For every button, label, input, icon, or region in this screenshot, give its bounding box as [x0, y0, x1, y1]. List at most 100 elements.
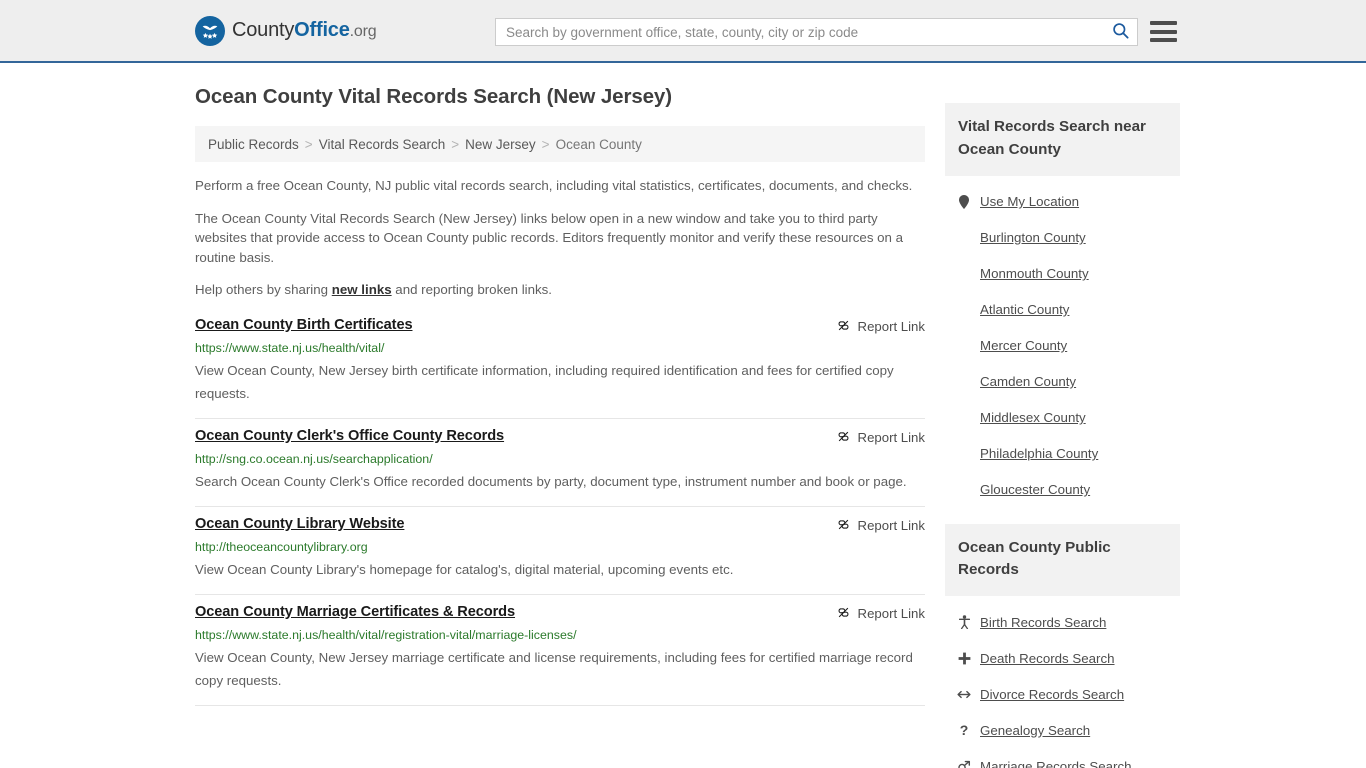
breadcrumb-separator: > [541, 136, 550, 152]
site-logo-text: CountyOffice.org [232, 19, 377, 42]
result-header: Ocean County Marriage Certificates & Rec… [195, 604, 925, 623]
sidebar-item-mercer-county[interactable]: Mercer County [957, 328, 1180, 364]
sidebar-item-monmouth-county[interactable]: Monmouth County [957, 256, 1180, 292]
hamburger-menu-icon[interactable] [1150, 19, 1177, 44]
intro-text: Perform a free Ocean County, NJ public v… [195, 176, 925, 300]
report-link-button[interactable]: Report Link [836, 317, 925, 336]
result-url[interactable]: https://www.state.nj.us/health/vital/reg… [195, 628, 925, 642]
sidebar-link[interactable]: Death Records Search [980, 651, 1115, 666]
broken-link-icon [836, 429, 851, 447]
map-pin-icon [957, 194, 971, 209]
sidebar-link[interactable]: Birth Records Search [980, 615, 1106, 630]
sidebar-item-burlington-county[interactable]: Burlington County [957, 220, 1180, 256]
result-description: View Ocean County Library's homepage for… [195, 561, 734, 577]
sidebar-public-records-heading: Ocean County Public Records [945, 523, 1180, 597]
intro-paragraph-1: Perform a free Ocean County, NJ public v… [195, 178, 913, 193]
intro-paragraph-3: Help others by sharing new links and rep… [195, 280, 925, 300]
sidebar-section-nearby: Vital Records Search near Ocean County U… [945, 103, 1180, 508]
sidebar-item-camden-county[interactable]: Camden County [957, 364, 1180, 400]
sidebar-item-divorce-records-search[interactable]: Divorce Records Search [957, 676, 1180, 712]
search-button[interactable] [1103, 19, 1137, 45]
sidebar-section-public-records: Ocean County Public Records Birth Record… [945, 523, 1180, 768]
cross-icon [957, 652, 971, 665]
result-title-link[interactable]: Ocean County Library Website [195, 516, 405, 532]
sidebar-link[interactable]: Middlesex County [980, 410, 1086, 425]
main-column: Ocean County Vital Records Search (New J… [195, 85, 925, 768]
sidebar-link[interactable]: Marriage Records Search [980, 759, 1132, 768]
report-link-button[interactable]: Report Link [836, 604, 925, 623]
result-url[interactable]: https://www.state.nj.us/health/vital/ [195, 341, 925, 355]
result-title-link[interactable]: Ocean County Marriage Certificates & Rec… [195, 604, 515, 620]
result-header: Ocean County Library Website Report Link [195, 516, 925, 535]
result-url[interactable]: http://sng.co.ocean.nj.us/searchapplicat… [195, 452, 925, 466]
sidebar-item-genealogy-search[interactable]: ? Genealogy Search [957, 712, 1180, 748]
result-description: Search Ocean County Clerk's Office recor… [195, 473, 907, 489]
sidebar-item-middlesex-county[interactable]: Middlesex County [957, 400, 1180, 436]
sidebar-link[interactable]: Camden County [980, 374, 1076, 389]
sidebar-item-marriage-records-search[interactable]: Marriage Records Search [957, 748, 1180, 768]
result-title-link[interactable]: Ocean County Birth Certificates [195, 317, 413, 333]
sidebar-link[interactable]: Monmouth County [980, 266, 1089, 281]
result-item: Ocean County Clerk's Office County Recor… [195, 419, 925, 507]
result-header: Ocean County Birth Certificates Report L… [195, 317, 925, 336]
sidebar-item-use-my-location[interactable]: Use My Location [957, 184, 1180, 220]
child-icon [957, 615, 971, 630]
result-item: Ocean County Birth Certificates Report L… [195, 313, 925, 419]
intro-p3-after: and reporting broken links. [391, 282, 553, 298]
sidebar-item-philadelphia-county[interactable]: Philadelphia County [957, 436, 1180, 472]
sidebar-link[interactable]: Genealogy Search [980, 723, 1090, 738]
page-body: Ocean County Vital Records Search (New J… [0, 63, 1366, 768]
report-link-button[interactable]: Report Link [836, 516, 925, 535]
sidebar-item-birth-records-search[interactable]: Birth Records Search [957, 604, 1180, 640]
result-item: Ocean County Marriage Certificates & Rec… [195, 595, 925, 706]
broken-link-icon [836, 605, 851, 623]
breadcrumb-item-ocean-county: Ocean County [555, 136, 642, 152]
report-link-label: Report Link [857, 606, 925, 622]
eagle-shield-logo-icon [195, 15, 225, 46]
question-mark-icon: ? [959, 722, 969, 739]
sidebar-nearby-list: Use My Location Burlington County Monmou… [945, 176, 1180, 508]
new-links-link[interactable]: new links [332, 282, 392, 297]
result-url[interactable]: http://theoceancountylibrary.org [195, 540, 925, 554]
sidebar-link[interactable]: Gloucester County [980, 482, 1090, 497]
sidebar-link[interactable]: Burlington County [980, 230, 1086, 245]
result-item: Ocean County Library Website Report Link… [195, 507, 925, 595]
results-list: Ocean County Birth Certificates Report L… [195, 313, 925, 706]
breadcrumb: Public Records > Vital Records Search > … [195, 126, 925, 162]
sidebar: Vital Records Search near Ocean County U… [945, 103, 1180, 768]
page-title: Ocean County Vital Records Search (New J… [195, 85, 672, 108]
sidebar-link[interactable]: Divorce Records Search [980, 687, 1124, 702]
result-description: View Ocean County, New Jersey marriage c… [195, 649, 913, 688]
brand-part-office: Office [294, 19, 350, 41]
result-title-link[interactable]: Ocean County Clerk's Office County Recor… [195, 428, 504, 444]
breadcrumb-item-new-jersey[interactable]: New Jersey [465, 137, 536, 152]
sidebar-item-death-records-search[interactable]: Death Records Search [957, 640, 1180, 676]
search-icon [1111, 21, 1130, 43]
sidebar-item-gloucester-county[interactable]: Gloucester County [957, 472, 1180, 508]
sidebar-link[interactable]: Mercer County [980, 338, 1067, 353]
brand-part-county: County [232, 19, 295, 41]
sidebar-link[interactable]: Philadelphia County [980, 446, 1098, 461]
result-description: View Ocean County, New Jersey birth cert… [195, 362, 894, 401]
report-link-label: Report Link [857, 319, 925, 335]
report-link-label: Report Link [857, 518, 925, 534]
breadcrumb-item-vital-records-search[interactable]: Vital Records Search [319, 137, 446, 152]
report-link-button[interactable]: Report Link [836, 428, 925, 447]
intro-p3-before: Help others by sharing [195, 282, 332, 298]
breadcrumb-item-public-records[interactable]: Public Records [208, 137, 299, 152]
sidebar-link[interactable]: Use My Location [980, 194, 1079, 209]
brand-part-tld: .org [349, 23, 377, 40]
left-right-arrow-icon [957, 689, 971, 700]
search-input[interactable] [496, 19, 1103, 45]
sidebar-item-atlantic-county[interactable]: Atlantic County [957, 292, 1180, 328]
site-logo[interactable]: CountyOffice.org [195, 15, 377, 46]
search-bar [495, 18, 1138, 46]
breadcrumb-separator: > [451, 136, 460, 152]
sidebar-link[interactable]: Atlantic County [980, 302, 1069, 317]
broken-link-icon [836, 517, 851, 535]
male-female-icon [957, 760, 971, 768]
broken-link-icon [836, 318, 851, 336]
breadcrumb-separator: > [304, 136, 313, 152]
result-header: Ocean County Clerk's Office County Recor… [195, 428, 925, 447]
intro-paragraph-2: The Ocean County Vital Records Search (N… [195, 210, 904, 265]
